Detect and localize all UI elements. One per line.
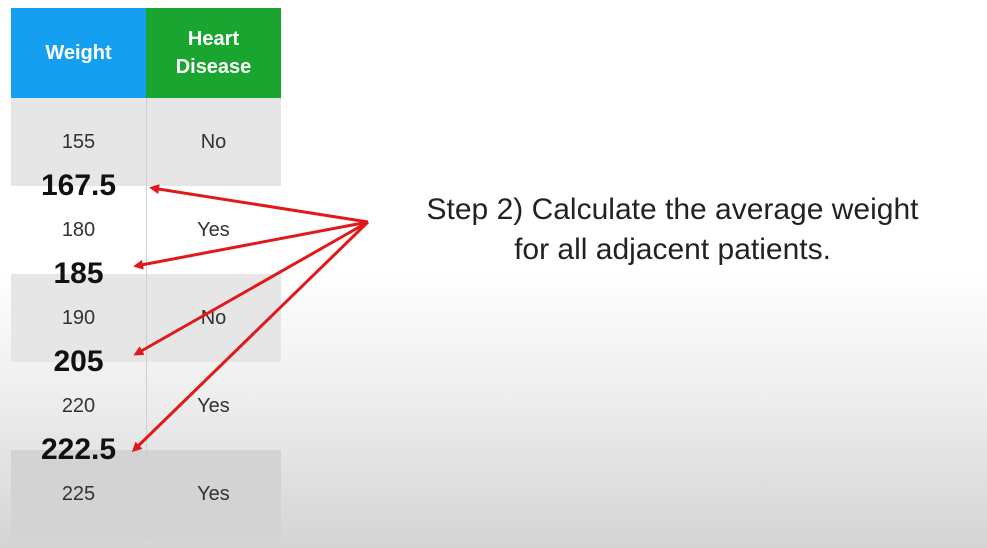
caption-line-1: Step 2) Calculate the average weight (426, 193, 919, 226)
arrows-overlay (131, 184, 370, 453)
caption-line-2: for all adjacent patients. (514, 233, 831, 266)
step-caption: Step 2) Calculate the average weight for… (380, 190, 965, 270)
arrow-to-average-1 (149, 184, 369, 224)
arrow-to-average-2 (133, 220, 369, 270)
